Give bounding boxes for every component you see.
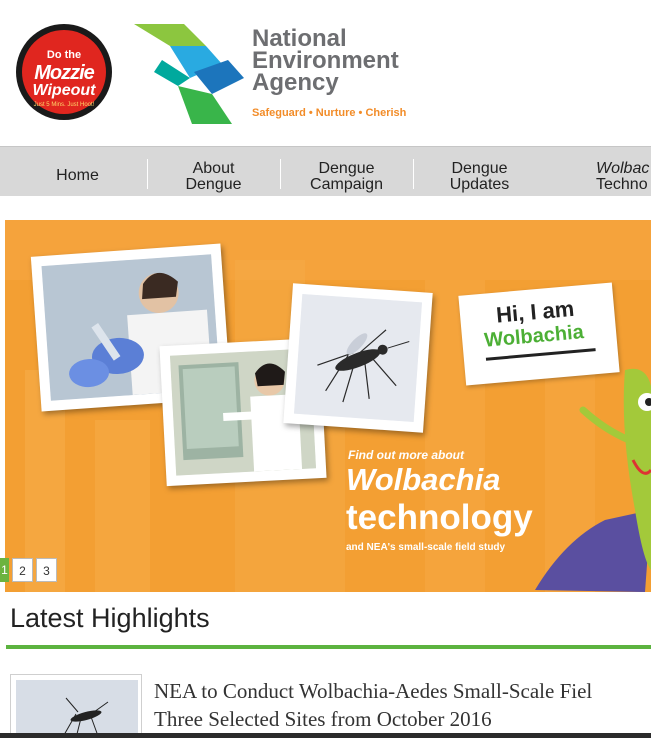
news-headline-line2: Three Selected Sites from October 2016: [154, 707, 492, 731]
banner-kicker: Find out more about: [348, 448, 464, 462]
nav-about-dengue[interactable]: About Dengue: [147, 147, 280, 197]
logo-tagline: Just 5 Mins. Just Hoot!: [33, 102, 95, 108]
site-header: Do the Mozzie Wipeout Just 5 Mins. Just …: [0, 0, 651, 146]
main-navigation: Home About Dengue Dengue Campaign Dengue…: [0, 146, 651, 196]
mosquito-thumbnail-icon: [16, 680, 138, 737]
nav-label: Dengue: [318, 160, 375, 177]
nav-home[interactable]: Home: [11, 147, 144, 197]
news-headline-line1: NEA to Conduct Wolbachia-Aedes Small-Sca…: [154, 679, 593, 703]
logo-line1: Do the: [46, 49, 82, 61]
nav-label: Updates: [449, 176, 510, 193]
slide-3-button[interactable]: 3: [36, 558, 57, 582]
banner-subtitle: and NEA's small-scale field study: [346, 542, 506, 553]
hero-banner[interactable]: Hi, I am Wolbachia Find out more about W…: [5, 220, 651, 592]
news-thumbnail[interactable]: [10, 674, 142, 738]
nav-wolbachia-technology[interactable]: Wolbac Techno: [596, 147, 651, 197]
bottom-edge-bar: [0, 733, 651, 738]
section-heading-latest-highlights: Latest Highlights: [10, 603, 210, 633]
nav-dengue-campaign[interactable]: Dengue Campaign: [280, 147, 413, 197]
section-divider: [6, 645, 651, 649]
agency-tagline: Safeguard • Nurture • Cherish: [252, 107, 407, 119]
mosquito-icon: [293, 293, 423, 423]
photo-mosquito: [283, 283, 433, 433]
nav-dengue-updates[interactable]: Dengue Updates: [413, 147, 546, 197]
nav-label: Wolbac: [596, 160, 650, 177]
logo-line3: Wipeout: [32, 82, 96, 99]
nav-label: About: [192, 160, 235, 177]
news-headline-link[interactable]: NEA to Conduct Wolbachia-Aedes Small-Sca…: [154, 677, 651, 733]
wolbachia-mascot-icon: [535, 368, 651, 592]
agency-name: National Environment Agency: [252, 27, 399, 96]
nav-label: Dengue: [185, 176, 242, 193]
nav-label: Techno: [596, 176, 648, 193]
mozzie-wipeout-logo[interactable]: Do the Mozzie Wipeout Just 5 Mins. Just …: [16, 24, 112, 120]
banner-title-line2: technology: [346, 498, 533, 537]
nea-logo-icon[interactable]: [132, 20, 252, 126]
banner-title-line1: Wolbachia: [346, 462, 501, 497]
nav-label: Dengue: [451, 160, 508, 177]
nav-label: Home: [56, 167, 99, 184]
slide-1-button[interactable]: 1: [0, 558, 9, 582]
agency-name-line: Agency: [252, 69, 339, 96]
nav-label: Campaign: [310, 176, 383, 193]
slide-2-button[interactable]: 2: [12, 558, 33, 582]
